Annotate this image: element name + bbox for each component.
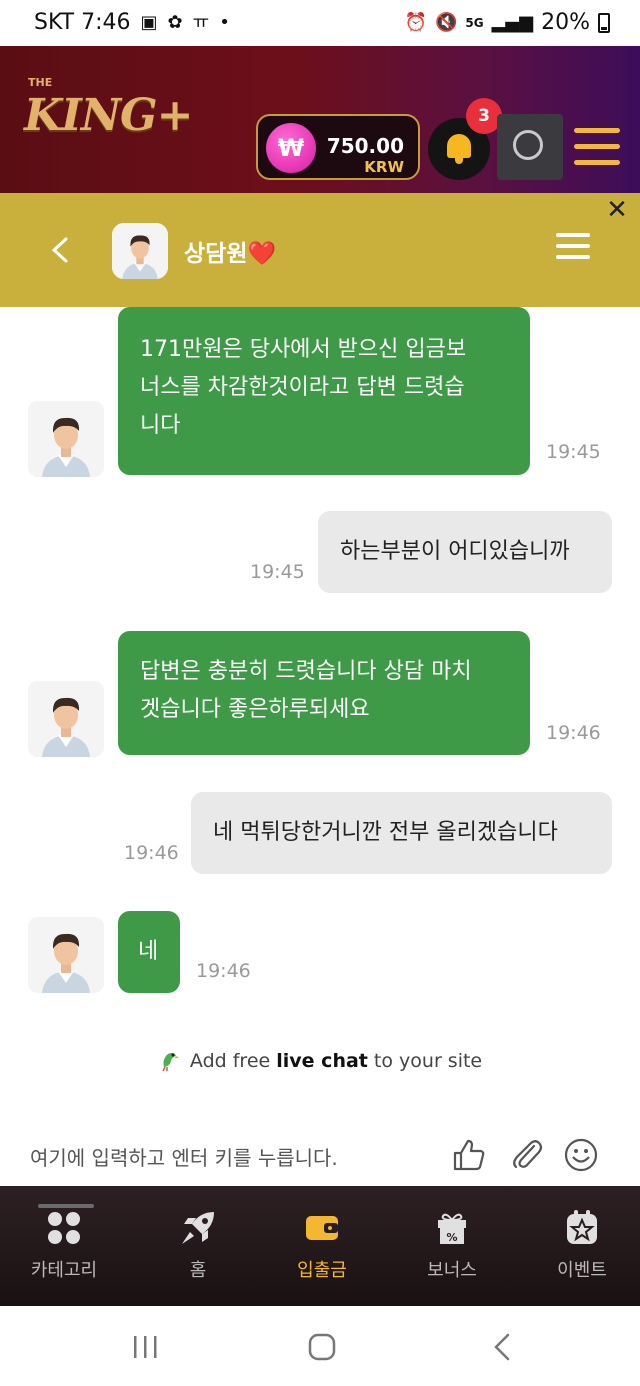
user-message-bubble: 네 먹튀당한거니깐 전부 올리겠습니다	[191, 792, 612, 874]
person-avatar-icon	[28, 681, 104, 757]
recent-apps-button[interactable]	[126, 1330, 166, 1364]
signal-icon: ▂▄▆	[491, 11, 534, 33]
bottom-navigation: 카테고리 홈 입출금 % 보너스 이벤트	[0, 1186, 640, 1306]
thumbs-up-button[interactable]	[450, 1136, 490, 1176]
logo-small-text: THE	[28, 76, 53, 89]
agent-avatar	[28, 681, 104, 757]
message-time: 19:46	[124, 842, 179, 864]
nav-item-bonus[interactable]: % 보너스	[388, 1186, 516, 1306]
balance-currency: KRW	[364, 158, 404, 176]
attach-button[interactable]	[508, 1136, 548, 1176]
nav-item-event[interactable]: 이벤트	[518, 1186, 640, 1306]
king-logo[interactable]: THE KING+	[24, 76, 214, 156]
agent-avatar	[112, 223, 168, 279]
category-grid-icon	[48, 1212, 80, 1244]
wallet-icon	[306, 1216, 338, 1240]
search-icon	[513, 130, 543, 160]
person-avatar-icon	[112, 223, 168, 279]
star-badge-icon	[567, 1210, 597, 1244]
message-input[interactable]	[30, 1140, 430, 1176]
home-button[interactable]	[302, 1330, 342, 1364]
message-list[interactable]: 171만원은 당사에서 받으신 입금보 너스를 차감한것이라고 답변 드렷습 니…	[0, 307, 640, 1182]
recent-apps-icon	[134, 1336, 157, 1358]
agent-avatar	[28, 917, 104, 993]
system-navigation-bar	[0, 1306, 640, 1386]
agent-message-bubble: 네	[118, 911, 180, 993]
paperclip-icon	[513, 1140, 543, 1169]
svg-text:%: %	[446, 1231, 457, 1244]
close-chat-icon[interactable]: ✕	[604, 197, 630, 224]
won-currency-icon: ₩	[266, 123, 316, 173]
message-composer	[0, 1130, 640, 1182]
status-bar: SKT 7:46 ▣ ✿ ㅠ • ⏰ 🔇 5G ▂▄▆ 20%	[0, 0, 640, 46]
nav-item-category[interactable]: 카테고리	[0, 1186, 128, 1306]
tmap-icon: ㅠ	[192, 11, 210, 33]
balance-amount: 750.00	[326, 134, 404, 158]
network-5g-icon: 5G	[465, 15, 484, 30]
user-message-bubble: 하는부분이 어디있습니까	[318, 511, 612, 593]
status-time: SKT 7:46	[34, 10, 131, 35]
back-button[interactable]	[44, 233, 78, 267]
nav-item-home[interactable]: 홈	[134, 1186, 262, 1306]
chat-header: ✕ 상담원❤️	[0, 193, 640, 307]
gallery-icon: ▣	[140, 11, 158, 33]
chat-menu-button[interactable]	[556, 233, 590, 261]
system-back-button[interactable]	[484, 1330, 524, 1364]
person-avatar-icon	[28, 401, 104, 477]
smiley-icon	[564, 1138, 598, 1172]
message-time: 19:45	[250, 561, 305, 583]
more-dot-icon: •	[219, 11, 230, 33]
chevron-left-icon	[51, 237, 68, 263]
emoji-button[interactable]	[562, 1136, 602, 1176]
home-circle-icon	[308, 1333, 336, 1361]
bell-icon	[447, 134, 471, 158]
message-time: 19:45	[546, 441, 601, 463]
back-chevron-icon	[494, 1333, 510, 1361]
agent-name: 상담원❤️	[184, 241, 277, 267]
thumbs-up-icon	[453, 1139, 485, 1171]
parrot-logo-icon	[162, 1052, 179, 1071]
agent-message-bubble: 171만원은 당사에서 받으신 입금보 너스를 차감한것이라고 답변 드렷습 니…	[118, 307, 530, 475]
message-time: 19:46	[546, 722, 601, 744]
message-time: 19:46	[196, 960, 251, 982]
powered-by-link[interactable]: Add free live chat to your site	[0, 1049, 640, 1072]
search-button[interactable]	[497, 114, 563, 180]
gift-icon: %	[438, 1213, 466, 1244]
battery-icon	[598, 12, 610, 33]
logo-text: KING+	[24, 90, 193, 141]
alarm-icon: ⏰	[404, 11, 427, 33]
person-avatar-icon	[28, 917, 104, 993]
site-header: THE KING+ ₩ 750.00 KRW 3	[0, 46, 640, 193]
nav-item-deposit-withdraw[interactable]: 입출금	[258, 1186, 386, 1306]
main-menu-button[interactable]	[574, 128, 620, 166]
rocket-icon	[182, 1212, 214, 1244]
battery-percent: 20%	[541, 10, 590, 35]
agent-avatar	[28, 401, 104, 477]
balance-widget[interactable]: ₩ 750.00 KRW	[256, 114, 420, 180]
mute-icon: 🔇	[434, 11, 458, 33]
app-notification-icon: ✿	[167, 11, 183, 33]
agent-message-bubble: 답변은 충분히 드렷습니다 상담 마치 겟습니다 좋은하루되세요	[118, 631, 530, 755]
